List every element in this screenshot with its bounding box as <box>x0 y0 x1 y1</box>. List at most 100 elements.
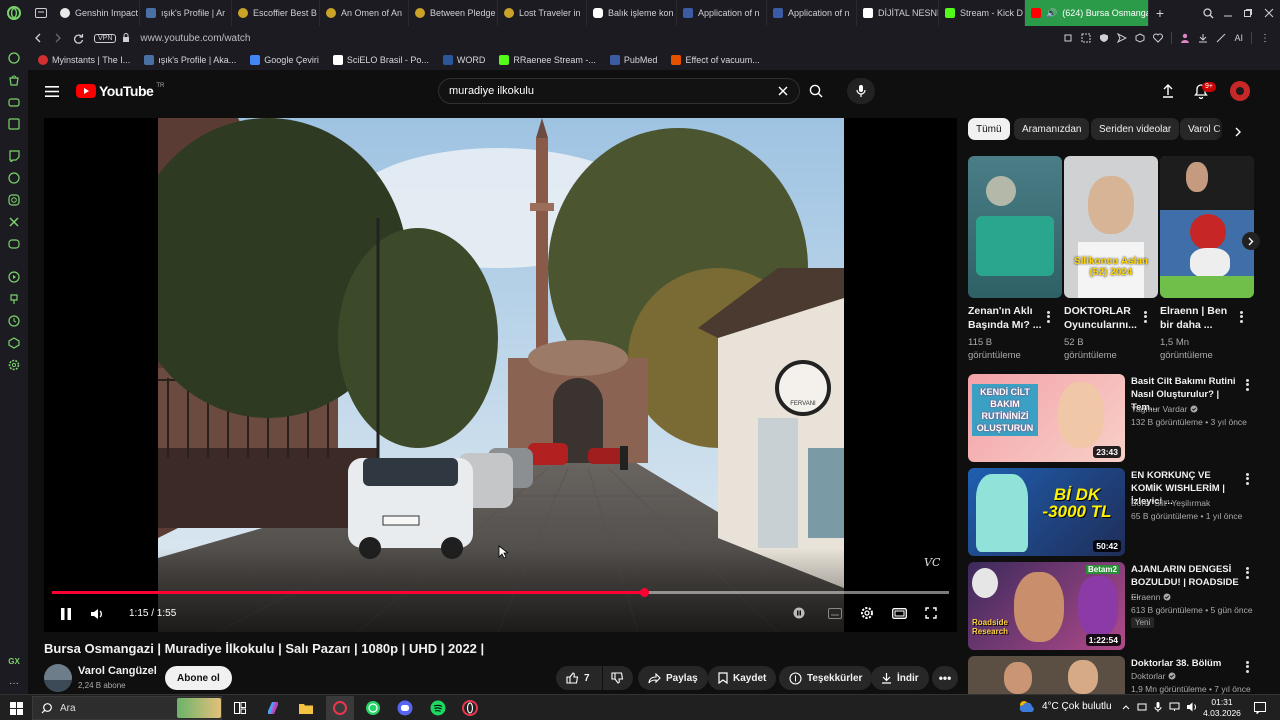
video-player[interactable]: FERVANI VC 1:15 / 1:55 <box>44 118 957 632</box>
workspaces-icon[interactable] <box>28 0 54 26</box>
video-menu-icon[interactable] <box>1246 659 1250 674</box>
video-menu-icon[interactable] <box>1246 565 1250 580</box>
taskbar-clock[interactable]: 01:31 4.03.2026 <box>1196 697 1248 719</box>
search-button[interactable] <box>802 78 830 104</box>
shorts-next-chevron-icon[interactable] <box>1242 232 1260 250</box>
browser-tab[interactable]: Lost Traveler in <box>498 0 587 26</box>
bookmark-item[interactable]: PubMed <box>604 55 664 65</box>
sidebar-gx-logo-icon[interactable]: GX <box>7 654 21 668</box>
task-view-icon[interactable] <box>232 700 248 716</box>
short-menu-icon[interactable] <box>1240 309 1244 324</box>
volume-button[interactable] <box>90 606 106 622</box>
whatsapp-taskbar-icon[interactable] <box>364 699 382 717</box>
more-actions-button[interactable]: ••• <box>932 666 958 690</box>
video-channel-name[interactable]: Bora "Slit" Yeşilırmak <box>1131 498 1210 508</box>
download-button[interactable]: İndir <box>871 666 929 690</box>
bookmark-item[interactable]: SciELO Brasil - Po... <box>327 55 435 65</box>
screenshot-icon[interactable] <box>1081 33 1091 43</box>
reload-icon[interactable] <box>68 26 88 50</box>
progress-scrubber-handle[interactable] <box>639 588 649 597</box>
browser-tab[interactable]: ışık's Profile | Ar <box>140 0 232 26</box>
browser-tab[interactable]: Application of n <box>677 0 767 26</box>
browser-tab[interactable]: Stream - Kick D <box>939 0 1025 26</box>
search-input[interactable]: muradiye ilkokulu <box>438 78 800 104</box>
video-channel-name[interactable]: Elraenn <box>1131 592 1160 602</box>
bookmark-item[interactable]: Myinstants | The I... <box>32 55 136 65</box>
copilot-icon[interactable] <box>265 700 281 716</box>
weather-widget[interactable]: 4°C Çok bulutlu <box>1018 699 1112 713</box>
sidebar-x-icon[interactable] <box>7 215 21 229</box>
video-title[interactable]: Doktorlar 38. Bölüm <box>1131 657 1241 670</box>
forward-icon[interactable] <box>48 26 68 50</box>
video-thumbnail[interactable] <box>968 656 1125 694</box>
vpn-badge[interactable]: VPN <box>94 33 117 43</box>
short-title[interactable]: Zenan'ın Aklı Başında Mı? ... <box>968 304 1048 332</box>
lock-icon[interactable] <box>116 26 136 50</box>
sidebar-player-icon[interactable] <box>7 270 21 284</box>
channel-name[interactable]: Varol Cangüzel <box>78 665 157 677</box>
like-button[interactable]: 7 <box>556 666 602 690</box>
chips-next-chevron-icon[interactable] <box>1232 126 1244 138</box>
filter-chip-series[interactable]: Seriden videolar <box>1091 118 1180 140</box>
sidebar-discord-icon[interactable] <box>7 237 21 251</box>
sidebar-ai-icon[interactable] <box>7 51 21 65</box>
menu-icon[interactable]: ⋮ <box>1260 33 1270 44</box>
easy-setup-icon[interactable] <box>1216 33 1226 43</box>
fullscreen-icon[interactable] <box>923 605 939 621</box>
sidebar-history-icon[interactable] <box>7 314 21 328</box>
flow-send-icon[interactable] <box>1117 33 1128 43</box>
browser-tab[interactable]: Genshin Impact <box>54 0 140 26</box>
short-title[interactable]: Elraenn | Ben bir daha ... <box>1160 304 1240 332</box>
browser-tab[interactable]: Between Pledge <box>409 0 498 26</box>
short-menu-icon[interactable] <box>1144 309 1148 324</box>
short-thumbnail[interactable] <box>968 156 1062 298</box>
discord-taskbar-icon[interactable] <box>396 699 414 717</box>
bookmark-item[interactable]: RRaenee Stream -... <box>493 55 602 65</box>
video-channel-name[interactable]: Doktorlar <box>1131 671 1165 681</box>
filter-chip-from-search[interactable]: Aramanızdan <box>1014 118 1090 140</box>
filter-chip-all[interactable]: Tümü <box>968 118 1010 140</box>
sidebar-gx-icon[interactable] <box>7 117 21 131</box>
browser-tab[interactable]: DİJİTAL NESNE <box>857 0 939 26</box>
taskbar-search-box[interactable]: Ara <box>32 696 222 720</box>
video-thumbnail[interactable]: Betam2 Roadside Research 1:22:54 <box>968 562 1125 650</box>
settings-gear-icon[interactable] <box>859 605 875 621</box>
file-explorer-icon[interactable] <box>298 700 314 716</box>
bookmark-item[interactable]: WORD <box>437 55 492 65</box>
youtube-logo[interactable]: YouTube TR <box>76 83 164 99</box>
minimize-icon[interactable] <box>1218 0 1238 26</box>
snapshot-icon[interactable] <box>1063 33 1073 43</box>
pause-button[interactable] <box>58 606 74 622</box>
share-button[interactable]: Paylaş <box>638 666 708 690</box>
clear-search-icon[interactable] <box>776 84 790 98</box>
short-menu-icon[interactable] <box>1047 309 1051 324</box>
browser-tab[interactable]: An Omen of An <box>320 0 409 26</box>
restore-icon[interactable] <box>1238 0 1258 26</box>
heart-icon[interactable] <box>1153 33 1164 43</box>
sidebar-whatsapp-icon[interactable] <box>7 171 21 185</box>
opera-gx-taskbar-icon[interactable] <box>326 696 354 720</box>
tray-chevron-up-icon[interactable] <box>1122 704 1130 710</box>
opera-logo-icon[interactable] <box>0 0 28 26</box>
subtitles-icon[interactable] <box>827 606 843 620</box>
channel-avatar[interactable] <box>44 664 72 692</box>
subscribe-button[interactable]: Abone ol <box>165 666 232 690</box>
notification-center-icon[interactable] <box>1252 700 1268 716</box>
close-window-icon[interactable] <box>1258 0 1280 26</box>
short-thumbnail[interactable] <box>1160 156 1254 298</box>
windows-start-icon[interactable] <box>8 700 24 716</box>
save-button[interactable]: Kaydet <box>708 666 777 690</box>
thanks-button[interactable]: Teşekkürler <box>779 666 873 690</box>
autoplay-toggle-icon[interactable] <box>792 606 806 620</box>
account-avatar[interactable] <box>1230 81 1250 101</box>
spotify-taskbar-icon[interactable] <box>429 699 447 717</box>
profile-icon[interactable] <box>1180 33 1190 43</box>
tray-display-icon[interactable] <box>1137 702 1147 712</box>
sidebar-more-icon[interactable]: ··· <box>7 676 21 690</box>
bookmark-item[interactable]: Effect of vacuum... <box>665 55 765 65</box>
url-field[interactable]: www.youtube.com/watch <box>140 33 250 44</box>
video-channel-name[interactable]: Yağmur Vardar <box>1131 404 1187 414</box>
dislike-button[interactable] <box>603 666 633 690</box>
voice-search-button[interactable] <box>847 78 875 104</box>
back-icon[interactable] <box>28 26 48 50</box>
